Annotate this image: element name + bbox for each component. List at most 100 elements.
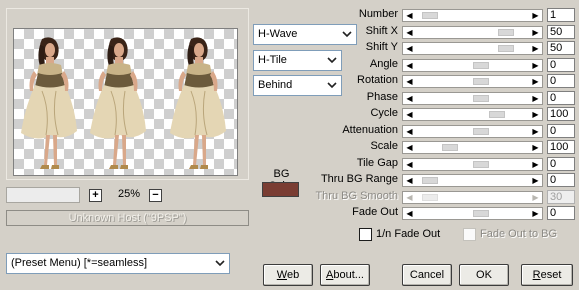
shift-y-value-field[interactable]: 50 [547, 41, 575, 55]
web-button[interactable]: Web [263, 264, 313, 286]
shift-y-slider[interactable]: ◀ ▶ [402, 42, 543, 55]
attenuation-value-field[interactable]: 0 [547, 124, 575, 138]
slider-track[interactable] [417, 210, 528, 217]
fade-out-value-field[interactable]: 0 [547, 206, 575, 220]
arrow-right-icon[interactable]: ▶ [529, 208, 542, 219]
ok-button[interactable]: OK [459, 264, 509, 286]
arrow-left-icon[interactable]: ◀ [403, 142, 416, 153]
arrow-right-icon[interactable]: ▶ [529, 159, 542, 170]
arrow-left-icon[interactable]: ◀ [403, 93, 416, 104]
arrow-left-icon[interactable]: ◀ [403, 76, 416, 87]
attenuation-slider[interactable]: ◀ ▶ [402, 125, 543, 138]
tile-dropdown[interactable]: H-Tile [253, 50, 342, 71]
arrow-left-icon[interactable]: ◀ [403, 27, 416, 38]
arrow-left-icon[interactable]: ◀ [403, 126, 416, 137]
scale-value-field[interactable]: 100 [547, 140, 575, 154]
placement-dropdown[interactable]: Behind [253, 75, 342, 96]
wave-dropdown[interactable]: H-Wave [253, 24, 357, 45]
slider-thumb[interactable] [473, 62, 490, 69]
slider-thumb[interactable] [473, 210, 490, 217]
cancel-button-text: Cancel [409, 269, 445, 281]
number-value-field[interactable]: 1 [547, 8, 575, 22]
phase-slider[interactable]: ◀ ▶ [402, 92, 543, 105]
arrow-left-icon[interactable]: ◀ [403, 60, 416, 71]
slider-track[interactable] [417, 45, 528, 52]
arrow-right-icon[interactable]: ▶ [529, 10, 542, 21]
arrow-left-icon[interactable]: ◀ [403, 208, 416, 219]
shift-x-value-field[interactable]: 50 [547, 25, 575, 39]
arrow-right-icon[interactable]: ▶ [529, 126, 542, 137]
slider-thumb[interactable] [422, 194, 439, 201]
cancel-button[interactable]: Cancel [402, 264, 452, 286]
bg-color-swatch[interactable] [262, 182, 299, 197]
tile-gap-value-field[interactable]: 0 [547, 157, 575, 171]
slider-thumb[interactable] [473, 95, 490, 102]
arrow-right-icon[interactable]: ▶ [529, 142, 542, 153]
slider-thumb[interactable] [442, 144, 459, 151]
shift-x-slider[interactable]: ◀ ▶ [402, 26, 543, 39]
slider-track[interactable] [417, 62, 528, 69]
thru-bg-range-slider[interactable]: ◀ ▶ [402, 174, 543, 187]
slider-track[interactable] [417, 12, 528, 19]
slider-track[interactable] [417, 144, 528, 151]
slider-track[interactable] [417, 177, 528, 184]
preview-figure [170, 37, 226, 169]
arrow-right-icon[interactable]: ▶ [529, 93, 542, 104]
arrow-left-icon[interactable]: ◀ [403, 159, 416, 170]
tile-gap-slider[interactable]: ◀ ▶ [402, 158, 543, 171]
reset-button[interactable]: Reset [521, 264, 573, 286]
thru-bg-smooth-slider[interactable]: ◀ ▶ [402, 191, 543, 204]
slider-track[interactable] [417, 29, 528, 36]
web-button-text-rest: eb [286, 269, 300, 281]
slider-thumb[interactable] [473, 128, 490, 135]
arrow-right-icon[interactable]: ▶ [529, 192, 542, 203]
arrow-right-icon[interactable]: ▶ [529, 27, 542, 38]
slider-thumb[interactable] [497, 45, 514, 52]
arrow-right-icon[interactable]: ▶ [529, 43, 542, 54]
thru-bg-range-value-field[interactable]: 0 [547, 173, 575, 187]
slider-track[interactable] [417, 194, 528, 201]
slider-thumb[interactable] [497, 29, 514, 36]
arrow-right-icon[interactable]: ▶ [529, 76, 542, 87]
zoom-in-button[interactable]: + [89, 189, 102, 202]
cycle-slider[interactable]: ◀ ▶ [402, 108, 543, 121]
zoom-navigator[interactable] [6, 187, 80, 203]
thru-bg-smooth-value-field[interactable]: 30 [547, 190, 575, 204]
fade-out-slider[interactable]: ◀ ▶ [402, 207, 543, 220]
attenuation-label: Attenuation [342, 124, 398, 136]
rotation-value-field[interactable]: 0 [547, 74, 575, 88]
rotation-slider[interactable]: ◀ ▶ [402, 75, 543, 88]
arrow-right-icon[interactable]: ▶ [529, 109, 542, 120]
arrow-left-icon[interactable]: ◀ [403, 109, 416, 120]
wave-dropdown-value: H-Wave [258, 28, 298, 40]
slider-thumb[interactable] [488, 111, 505, 118]
slider-thumb[interactable] [422, 12, 439, 19]
arrow-right-icon[interactable]: ▶ [529, 60, 542, 71]
angle-slider[interactable]: ◀ ▶ [402, 59, 543, 72]
arrow-left-icon[interactable]: ◀ [403, 43, 416, 54]
angle-value-field[interactable]: 0 [547, 58, 575, 72]
slider-thumb[interactable] [473, 78, 490, 85]
arrow-right-icon[interactable]: ▶ [529, 175, 542, 186]
arrow-left-icon[interactable]: ◀ [403, 192, 416, 203]
cycle-value-field[interactable]: 100 [547, 107, 575, 121]
arrow-left-icon[interactable]: ◀ [403, 10, 416, 21]
slider-thumb[interactable] [473, 161, 490, 168]
slider-thumb[interactable] [422, 177, 439, 184]
fade-out-1n-checkbox[interactable] [359, 228, 372, 241]
phase-value-field[interactable]: 0 [547, 91, 575, 105]
scale-slider[interactable]: ◀ ▶ [402, 141, 543, 154]
slider-track[interactable] [417, 161, 528, 168]
arrow-left-icon[interactable]: ◀ [403, 175, 416, 186]
scale-label: Scale [370, 140, 398, 152]
slider-track[interactable] [417, 95, 528, 102]
slider-track[interactable] [417, 128, 528, 135]
number-slider[interactable]: ◀ ▶ [402, 9, 543, 22]
fade-out-bg-checkbox[interactable] [463, 228, 476, 241]
preview-canvas[interactable] [13, 28, 238, 176]
zoom-out-button[interactable]: − [149, 189, 162, 202]
slider-track[interactable] [417, 78, 528, 85]
preset-dropdown[interactable]: (Preset Menu) [*=seamless] [6, 253, 230, 274]
about-button[interactable]: About... [320, 264, 370, 286]
slider-track[interactable] [417, 111, 528, 118]
